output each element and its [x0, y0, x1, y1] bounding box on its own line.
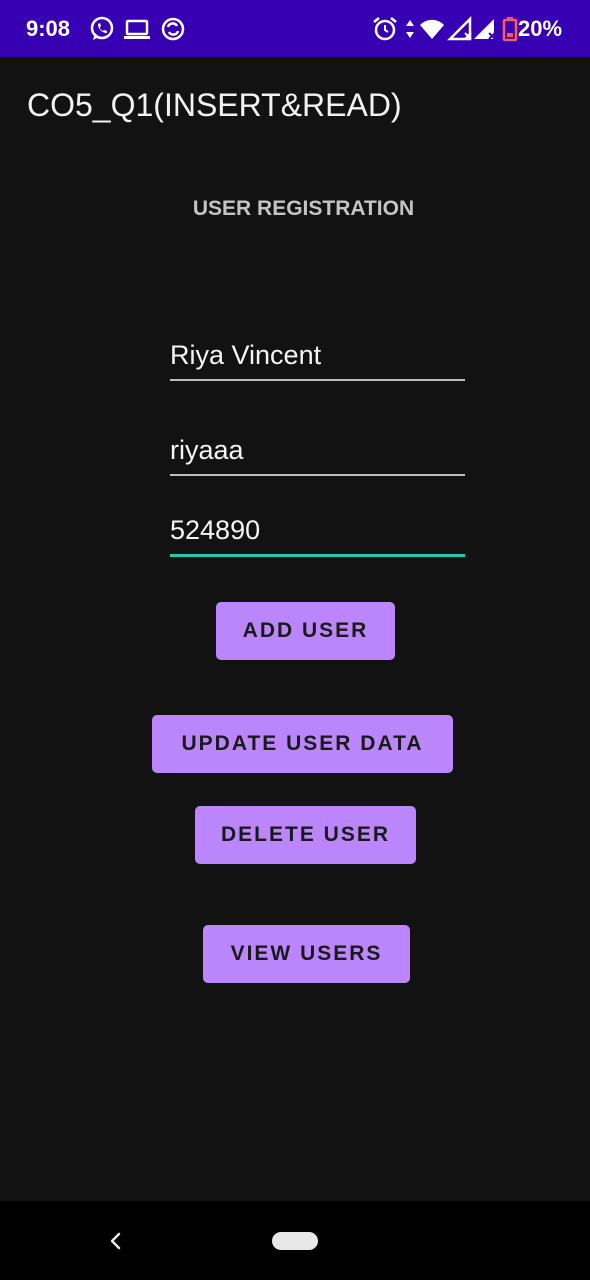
name-input[interactable]: [170, 337, 465, 373]
laptop-icon: [123, 15, 151, 43]
status-time: 9:08: [26, 16, 71, 41]
password-input[interactable]: [170, 512, 465, 548]
sync-icon: [159, 15, 187, 43]
battery-icon: [502, 15, 518, 43]
alarm-icon: [371, 15, 399, 43]
delete-user-button[interactable]: DELETE USER: [195, 806, 416, 864]
signal-icon: [471, 15, 499, 43]
name-underline: [170, 379, 465, 381]
navigation-bar: [0, 1201, 590, 1280]
username-field[interactable]: [170, 432, 465, 476]
password-underline: [170, 554, 465, 557]
username-input[interactable]: [170, 432, 465, 468]
data-arrows-icon: [401, 15, 419, 43]
back-icon[interactable]: [100, 1225, 130, 1257]
home-pill-icon[interactable]: [272, 1232, 318, 1250]
username-underline: [170, 474, 465, 476]
section-title: USER REGISTRATION: [192, 197, 415, 220]
password-field[interactable]: [170, 512, 465, 557]
wifi-icon: [418, 15, 446, 43]
add-user-button[interactable]: ADD USER: [216, 602, 395, 660]
update-user-button[interactable]: UPDATE USER DATA: [152, 715, 453, 773]
whatsapp-icon: [88, 15, 116, 43]
app-title: CO5_Q1(INSERT&READ): [27, 87, 402, 123]
view-users-button[interactable]: VIEW USERS: [203, 925, 410, 983]
name-field[interactable]: [170, 337, 465, 381]
app-bar: CO5_Q1(INSERT&READ): [0, 57, 590, 157]
status-bar: 9:08 20%: [0, 0, 590, 57]
battery-percent: 20%: [518, 16, 563, 41]
